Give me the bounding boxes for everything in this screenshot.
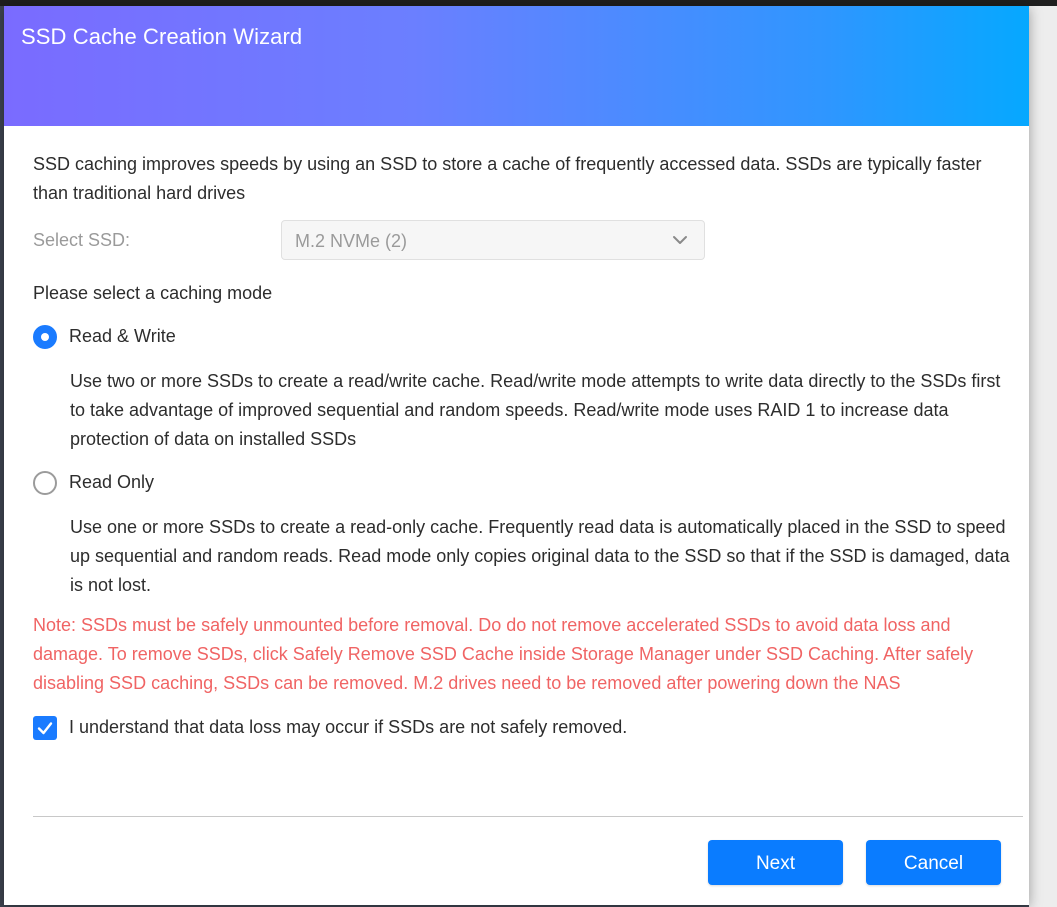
select-ssd-label: Select SSD: xyxy=(33,230,131,250)
read-only-description: Use one or more SSDs to create a read-on… xyxy=(70,517,1010,595)
radio-read-only-label[interactable]: Read Only xyxy=(69,472,154,493)
radio-read-only[interactable] xyxy=(33,471,57,495)
dialog-body: SSD caching improves speeds by using an … xyxy=(33,150,1018,740)
read-write-description: Use two or more SSDs to create a read/wr… xyxy=(70,371,1001,449)
dialog-title: SSD Cache Creation Wizard xyxy=(21,24,303,49)
acknowledge-checkbox[interactable] xyxy=(33,716,57,740)
select-ssd-dropdown[interactable]: M.2 NVMe (2) xyxy=(281,220,705,260)
removal-note: Note: SSDs must be safely unmounted befo… xyxy=(33,615,974,693)
radio-read-write-label[interactable]: Read & Write xyxy=(69,326,176,347)
acknowledge-row[interactable]: I understand that data loss may occur if… xyxy=(33,714,733,742)
intro-text: SSD caching improves speeds by using an … xyxy=(33,154,982,203)
footer-divider xyxy=(33,816,1023,817)
mode-option-read-write[interactable]: Read & Write xyxy=(33,325,433,353)
next-button[interactable]: Next xyxy=(708,840,843,885)
mode-option-read-only[interactable]: Read Only xyxy=(33,471,433,499)
ssd-cache-wizard-dialog: SSD Cache Creation Wizard SSD caching im… xyxy=(4,6,1029,905)
chevron-down-icon xyxy=(673,236,687,244)
select-ssd-value: M.2 NVMe (2) xyxy=(295,231,408,251)
checkmark-icon xyxy=(37,722,53,735)
caching-mode-heading: Please select a caching mode xyxy=(33,283,273,303)
acknowledge-label[interactable]: I understand that data loss may occur if… xyxy=(69,717,627,738)
select-ssd-row: Select SSD: M.2 NVMe (2) xyxy=(33,220,713,262)
dialog-header: SSD Cache Creation Wizard xyxy=(4,6,1029,126)
cancel-button[interactable]: Cancel xyxy=(866,840,1001,885)
background-window-edge xyxy=(1029,6,1057,907)
radio-read-write[interactable] xyxy=(33,325,57,349)
